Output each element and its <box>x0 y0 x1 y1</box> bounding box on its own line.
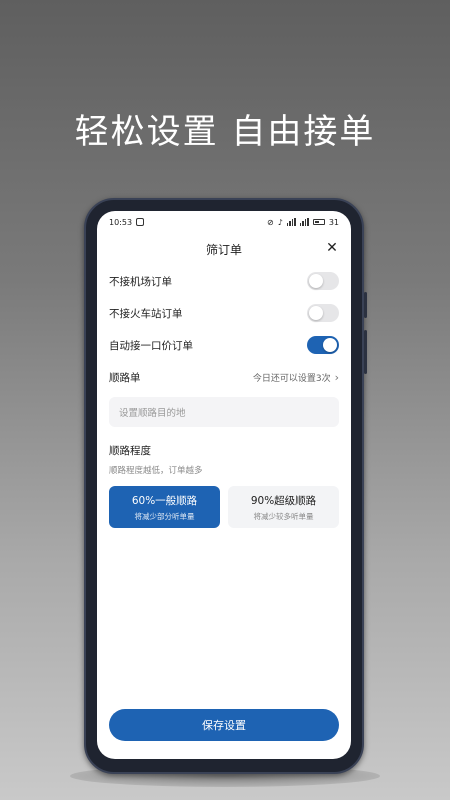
save-button[interactable]: 保存设置 <box>109 709 339 741</box>
option-title: 90%超级顺路 <box>250 494 317 507</box>
route-order-row[interactable]: 顺路单 今日还可以设置3次 › <box>97 361 351 393</box>
toggle-row-fixed-price: 自动接一口价订单 <box>97 329 351 361</box>
signal-icon <box>286 218 296 226</box>
sheet-header: 筛订单 ✕ <box>97 233 351 265</box>
route-order-hint: 今日还可以设置3次 <box>252 373 331 384</box>
route-degree-title: 顺路程度 <box>109 445 151 457</box>
signal-icon-2 <box>299 218 309 226</box>
toggle-knob <box>309 274 323 288</box>
toggle-label-train: 不接火车站订单 <box>109 307 183 320</box>
toggle-label-airport: 不接机场订单 <box>109 275 172 288</box>
toggle-row-airport: 不接机场订单 <box>97 265 351 297</box>
volume-button <box>364 292 367 318</box>
option-title: 60%一般顺路 <box>131 494 198 507</box>
notification-icon <box>136 218 145 226</box>
route-order-label: 顺路单 <box>109 371 141 384</box>
route-degree-subtitle: 顺路程度越低，订单越多 <box>109 466 203 476</box>
chevron-right-icon: › <box>334 370 339 384</box>
toggle-knob <box>323 338 337 352</box>
mute-icon: ♪ <box>277 217 283 227</box>
toggle-row-train: 不接火车站订单 <box>97 297 351 329</box>
battery-level: 31 <box>328 217 339 227</box>
toggle-airport[interactable] <box>307 272 339 290</box>
option-subtitle: 将减少部分听单量 <box>134 511 195 521</box>
option-90-percent[interactable]: 90%超级顺路 将减少较多听单量 <box>228 486 339 528</box>
toggle-train[interactable] <box>307 304 339 322</box>
route-degree-options: 60%一般顺路 将减少部分听单量 90%超级顺路 将减少较多听单量 <box>109 486 339 528</box>
close-icon[interactable]: ✕ <box>325 241 339 255</box>
toggle-fixed-price[interactable] <box>307 336 339 354</box>
sheet-title: 筛订单 <box>205 242 242 257</box>
option-subtitle: 将减少较多听单量 <box>253 511 314 521</box>
toggle-label-fixed-price: 自动接一口价订单 <box>109 339 193 352</box>
destination-input[interactable]: 设置顺路目的地 <box>109 397 339 427</box>
route-order-link[interactable]: 今日还可以设置3次 › <box>253 371 339 384</box>
headline: 轻松设置 自由接单 <box>74 112 376 152</box>
phone-frame: 10:53 ⊘ ♪ 31 筛订单 ✕ 不接机场订单 不接火车站订单 自动接一口价… <box>84 198 367 774</box>
link-icon: ⊘ <box>267 217 274 227</box>
battery-icon <box>312 219 325 225</box>
option-60-percent[interactable]: 60%一般顺路 将减少部分听单量 <box>109 486 220 528</box>
phone-screen: 10:53 ⊘ ♪ 31 筛订单 ✕ 不接机场订单 不接火车站订单 自动接一口价… <box>97 211 351 759</box>
power-button <box>364 330 367 374</box>
status-bar: 10:53 ⊘ ♪ 31 <box>97 211 351 233</box>
toggle-knob <box>309 306 323 320</box>
status-time: 10:53 <box>109 217 133 227</box>
